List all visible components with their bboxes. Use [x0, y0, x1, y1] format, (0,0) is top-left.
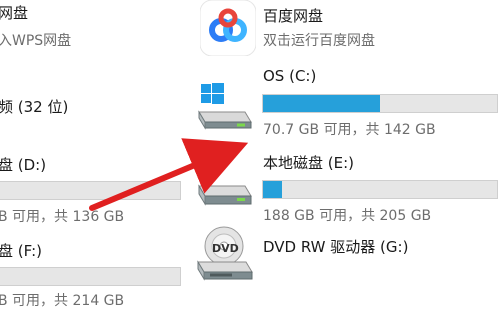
red-arrow-icon	[0, 0, 500, 300]
